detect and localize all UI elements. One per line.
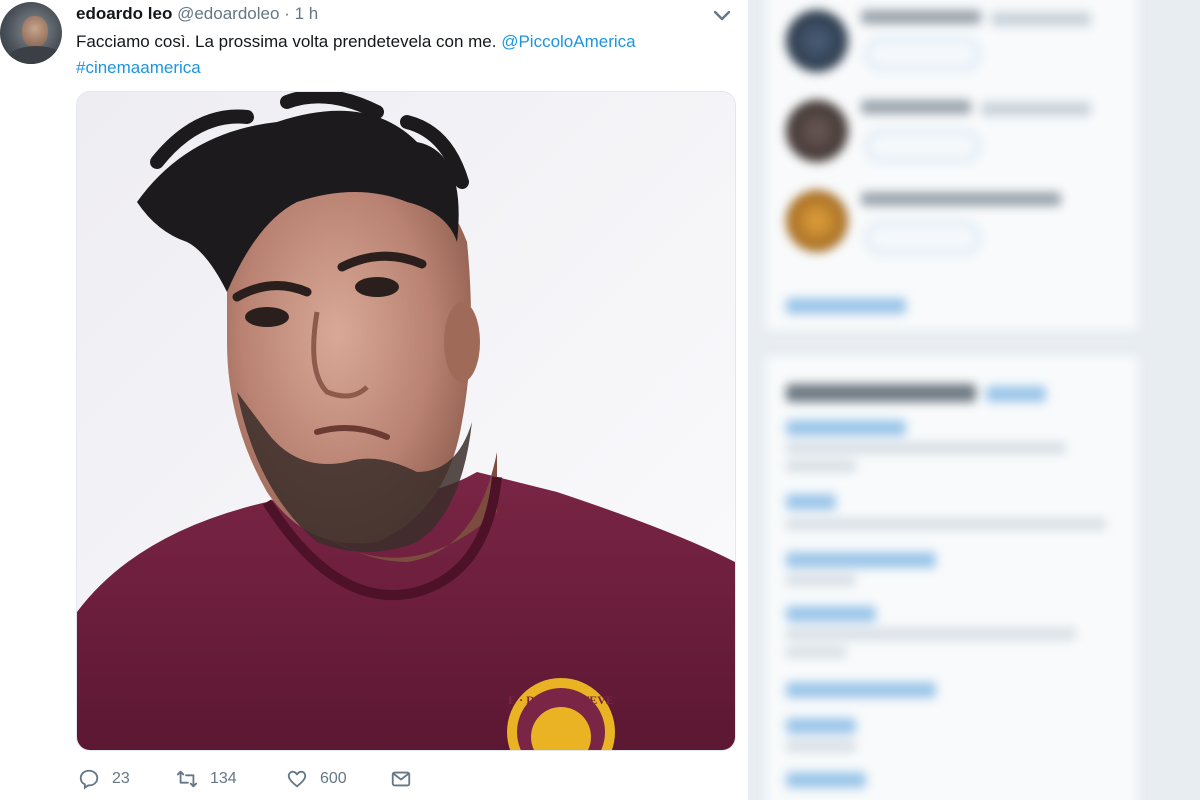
tweet: edoardo leo @edoardoleo · 1 h Facciamo c… [0,0,748,800]
blurred-name [861,10,981,24]
reply-button[interactable]: 23 [78,768,130,790]
photo-selfie: E · DI · TRASTEVE [77,92,735,750]
blurred-trend [786,606,876,622]
avatar-face [22,16,48,48]
tweet-photo[interactable]: E · DI · TRASTEVE [76,91,736,751]
blurred-trend [786,552,936,568]
who-to-follow-panel-blurred [766,0,1138,330]
blurred-link [786,298,906,314]
header-separator: · [284,4,290,23]
like-count: 600 [320,770,347,787]
author-handle[interactable]: @edoardoleo [177,4,279,23]
blurred-avatar [786,10,848,72]
avatar-shoulder [6,46,62,64]
blurred-trend-desc [786,518,1106,530]
tweet-actions: 23 134 600 [76,768,476,796]
blurred-trend [786,772,866,788]
like-button[interactable]: 600 [286,768,347,790]
blurred-trend [786,682,936,698]
blurred-heading [786,384,976,402]
blurred-avatar [786,100,848,162]
blurred-name [861,100,971,114]
blurred-handle [991,12,1091,26]
blurred-avatar [786,190,848,252]
direct-message-button[interactable] [390,768,424,790]
blurred-follow-button [866,130,980,162]
tweet-text: Facciamo così. La prossima volta prendet… [76,29,716,81]
mention-link[interactable]: @PiccoloAmerica [501,32,635,51]
retweet-icon [176,770,198,788]
reply-count: 23 [112,770,130,787]
blurred-handle [981,102,1091,116]
blurred-trend-count [786,574,856,586]
shirt-logo-text: E · DI · TRASTEVE [508,693,614,707]
blurred-follow-button [866,38,980,70]
avatar[interactable] [0,2,62,64]
direct-message-icon [391,771,411,787]
blurred-trend-count [786,460,856,472]
caret-down-icon[interactable] [712,8,732,24]
tweet-text-main: Facciamo così. La prossima volta prendet… [76,32,502,51]
blurred-follow-button [866,222,980,254]
blurred-trend-count [786,646,846,658]
blurred-trend-desc [786,442,1066,454]
reply-icon [79,769,99,790]
like-icon [287,770,307,788]
trends-panel-blurred [766,356,1138,800]
blurred-link [986,386,1046,402]
author-name[interactable]: edoardo leo [76,4,172,23]
blurred-trend-desc [786,628,1076,640]
hashtag-link[interactable]: #cinemaamerica [76,58,201,77]
tweet-header: edoardo leo @edoardoleo · 1 h [76,3,318,25]
blurred-name [861,192,1061,206]
retweet-count: 134 [210,770,237,787]
blurred-trend-count [786,740,856,752]
sidebar-blurred [748,0,1200,800]
blurred-trend [786,494,836,510]
blurred-trend [786,420,906,436]
retweet-button[interactable]: 134 [176,768,237,790]
tweet-timestamp[interactable]: 1 h [295,4,319,23]
blurred-trend [786,718,856,734]
